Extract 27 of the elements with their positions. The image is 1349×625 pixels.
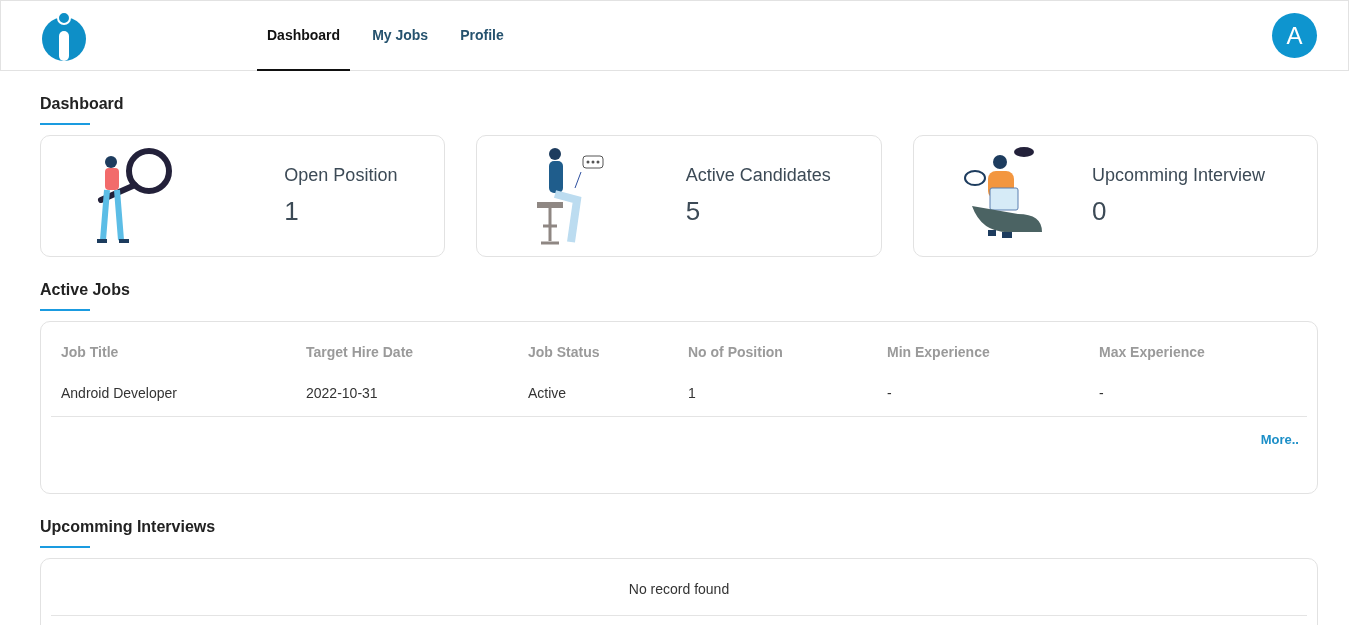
column-header: No of Position [688, 344, 784, 360]
stat-value: 1 [284, 196, 300, 227]
table-cell-text: 2022-10-31 [306, 385, 379, 401]
column-header: Min Experience [887, 344, 991, 360]
nav-tab[interactable]: Profile [450, 1, 514, 71]
table-cell-text: - [1099, 385, 1105, 401]
column-header: Target Hire Date [306, 344, 415, 360]
column-header: Job Title [61, 344, 120, 360]
stat-label: Open Position [284, 165, 399, 186]
stat-value: 5 [685, 196, 702, 227]
nav-tab[interactable]: Dashboard [257, 1, 351, 71]
stat-label: Upcomming Interview [1092, 165, 1267, 186]
section-title: Active Jobs [40, 280, 130, 300]
empty-message: No record found [51, 563, 1307, 616]
column-header: Job Status [528, 344, 601, 360]
logo-icon [41, 10, 87, 61]
stat-value: 0 [1092, 196, 1108, 227]
table-cell-text: Android Developer [61, 385, 178, 401]
stat-label: Active Candidates [685, 165, 832, 186]
nav-tab[interactable]: My Jobs [362, 1, 439, 71]
column-header: Max Experience [1099, 344, 1206, 360]
table-cell-text: - [887, 385, 893, 401]
table-cell-text: 1 [688, 385, 697, 401]
more-link[interactable]: More.. [51, 417, 1307, 493]
section-title: Dashboard [40, 94, 124, 114]
table-cell-text: Active [528, 385, 568, 401]
section-title: Upcomming Interviews [40, 517, 216, 537]
